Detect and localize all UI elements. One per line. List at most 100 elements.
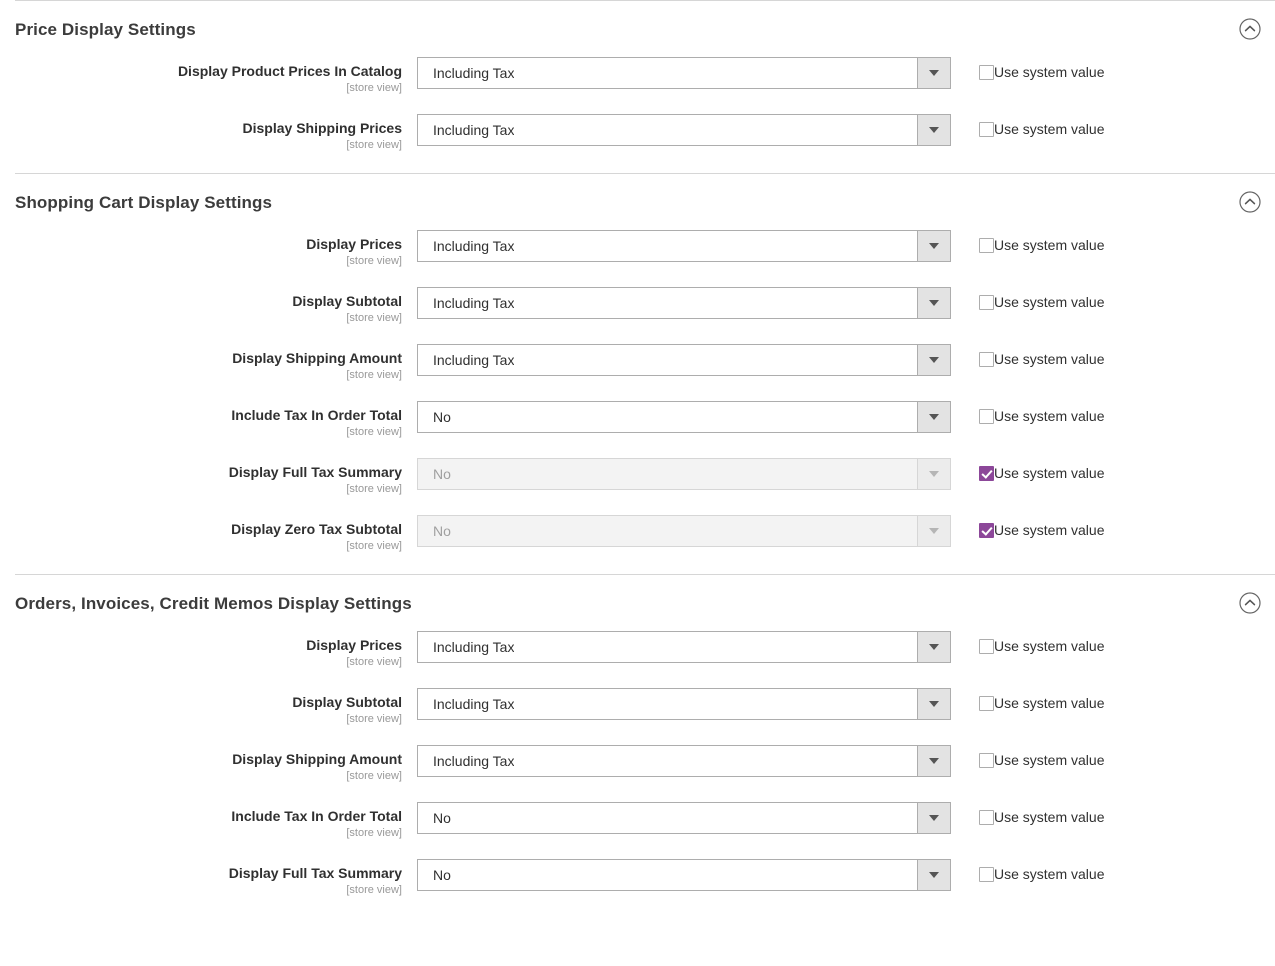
field-scope-note: [store view]	[346, 827, 402, 839]
select-selected-value: Including Tax	[433, 639, 515, 655]
use-system-value-label[interactable]: Use system value	[994, 695, 1104, 711]
field-control: Including Tax	[417, 344, 952, 376]
select-display-subtotal[interactable]: Including Tax	[417, 688, 951, 720]
caret-down-icon[interactable]	[917, 288, 950, 318]
section-title: Price Display Settings	[15, 20, 196, 39]
field-label-group: Display Shipping Amount [store view]	[0, 745, 417, 783]
chevron-up-circle-icon[interactable]	[1239, 18, 1261, 40]
use-system-value-checkbox[interactable]	[979, 809, 994, 825]
caret-down-icon[interactable]	[917, 860, 950, 890]
select-include-tax-in-order-total[interactable]: No	[417, 802, 951, 834]
use-system-value-checkbox[interactable]	[979, 866, 994, 882]
select-display-product-prices-in-catalog[interactable]: Including Tax	[417, 57, 951, 89]
field-row-display-shipping-prices: Display Shipping Prices [store view] Inclu…	[0, 114, 1275, 152]
use-system-value-label[interactable]: Use system value	[994, 351, 1104, 367]
caret-down-icon[interactable]	[917, 689, 950, 719]
select-selected-value: No	[433, 409, 451, 425]
use-system-value-label[interactable]: Use system value	[994, 638, 1104, 654]
use-system-value-checkbox[interactable]	[979, 294, 994, 310]
use-system-value-label[interactable]: Use system value	[994, 237, 1104, 253]
section-title: Orders, Invoices, Credit Memos Display S…	[15, 594, 412, 613]
field-label: Display Full Tax Summary	[228, 464, 402, 480]
select-selected-value: No	[433, 466, 451, 482]
select-display-subtotal[interactable]: Including Tax	[417, 287, 951, 319]
use-system-value-checkbox[interactable]	[979, 465, 994, 481]
select-display-prices[interactable]: Including Tax	[417, 631, 951, 663]
field-control: Including Tax	[417, 631, 952, 663]
use-system-value-label[interactable]: Use system value	[994, 408, 1104, 424]
select-selected-value: Including Tax	[433, 753, 515, 769]
use-system-value-label[interactable]: Use system value	[994, 752, 1104, 768]
use-system-value-group: Use system value	[952, 688, 1104, 711]
use-system-value-checkbox[interactable]	[979, 351, 994, 367]
section-header-price-display-settings[interactable]: Price Display Settings	[0, 1, 1275, 57]
select-display-prices[interactable]: Including Tax	[417, 230, 951, 262]
caret-down-icon[interactable]	[917, 58, 950, 88]
field-scope-note: [store view]	[346, 713, 402, 725]
field-row-display-subtotal: Display Subtotal [store view] Including Ta…	[0, 287, 1275, 325]
field-label-group: Display Subtotal [store view]	[0, 287, 417, 325]
select-selected-value: Including Tax	[433, 696, 515, 712]
use-system-value-checkbox[interactable]	[979, 638, 994, 654]
use-system-value-label[interactable]: Use system value	[994, 809, 1104, 825]
use-system-value-checkbox[interactable]	[979, 237, 994, 253]
field-control: No	[417, 515, 952, 547]
select-selected-value: No	[433, 867, 451, 883]
use-system-value-label[interactable]: Use system value	[994, 465, 1104, 481]
field-label-group: Include Tax In Order Total [store view]	[0, 401, 417, 439]
section-orders-invoices-credit-memos-display-settings: Orders, Invoices, Credit Memos Display S…	[0, 574, 1275, 918]
use-system-value-group: Use system value	[952, 515, 1104, 538]
use-system-value-checkbox[interactable]	[979, 408, 994, 424]
use-system-value-checkbox[interactable]	[979, 522, 994, 538]
section-header-orders-invoices-credit-memos-display-settings[interactable]: Orders, Invoices, Credit Memos Display S…	[0, 575, 1275, 631]
field-label-group: Include Tax In Order Total [store view]	[0, 802, 417, 840]
select-selected-value: Including Tax	[433, 352, 515, 368]
section-title: Shopping Cart Display Settings	[15, 193, 273, 212]
chevron-up-circle-icon[interactable]	[1239, 592, 1261, 614]
caret-down-icon[interactable]	[917, 632, 950, 662]
use-system-value-checkbox[interactable]	[979, 752, 994, 768]
use-system-value-label[interactable]: Use system value	[994, 294, 1104, 310]
use-system-value-checkbox[interactable]	[979, 64, 994, 80]
field-control: Including Tax	[417, 230, 952, 262]
section-fields: Display Prices [store view] Including Tax U…	[0, 631, 1275, 918]
field-control: Including Tax	[417, 688, 952, 720]
use-system-value-label[interactable]: Use system value	[994, 522, 1104, 538]
field-row-display-full-tax-summary: Display Full Tax Summary [store view] No Us…	[0, 859, 1275, 897]
chevron-up-circle-icon[interactable]	[1239, 191, 1261, 213]
section-header-shopping-cart-display-settings[interactable]: Shopping Cart Display Settings	[0, 174, 1275, 230]
field-label-group: Display Shipping Amount [store view]	[0, 344, 417, 382]
field-label: Display Zero Tax Subtotal	[231, 521, 402, 537]
caret-down-icon[interactable]	[917, 803, 950, 833]
field-row-display-prices: Display Prices [store view] Including Tax U…	[0, 631, 1275, 669]
use-system-value-label[interactable]: Use system value	[994, 121, 1104, 137]
select-include-tax-in-order-total[interactable]: No	[417, 401, 951, 433]
use-system-value-checkbox[interactable]	[979, 121, 994, 137]
field-row-display-zero-tax-subtotal: Display Zero Tax Subtotal [store view] No U…	[0, 515, 1275, 553]
use-system-value-label[interactable]: Use system value	[994, 866, 1104, 882]
caret-down-icon[interactable]	[917, 115, 950, 145]
select-selected-value: No	[433, 810, 451, 826]
caret-down-icon[interactable]	[917, 345, 950, 375]
field-label-group: Display Full Tax Summary [store view]	[0, 859, 417, 897]
field-row-include-tax-in-order-total: Include Tax In Order Total [store view] No…	[0, 802, 1275, 840]
select-display-shipping-amount[interactable]: Including Tax	[417, 344, 951, 376]
field-label: Display Shipping Amount	[232, 350, 402, 366]
caret-down-icon[interactable]	[917, 746, 950, 776]
select-display-full-tax-summary[interactable]: No	[417, 859, 951, 891]
field-row-display-shipping-amount: Display Shipping Amount [store view] Inclu…	[0, 344, 1275, 382]
select-selected-value: Including Tax	[433, 65, 515, 81]
use-system-value-group: Use system value	[952, 802, 1104, 825]
use-system-value-checkbox[interactable]	[979, 695, 994, 711]
field-control: No	[417, 458, 952, 490]
caret-down-icon[interactable]	[917, 402, 950, 432]
caret-down-icon[interactable]	[917, 231, 950, 261]
select-display-shipping-prices[interactable]: Including Tax	[417, 114, 951, 146]
field-label-group: Display Product Prices In Catalog [store …	[0, 57, 417, 95]
use-system-value-group: Use system value	[952, 401, 1104, 424]
field-scope-note: [store view]	[346, 656, 402, 668]
field-label: Display Shipping Amount	[232, 751, 402, 767]
select-display-shipping-amount[interactable]: Including Tax	[417, 745, 951, 777]
use-system-value-label[interactable]: Use system value	[994, 64, 1104, 80]
field-control: Including Tax	[417, 287, 952, 319]
